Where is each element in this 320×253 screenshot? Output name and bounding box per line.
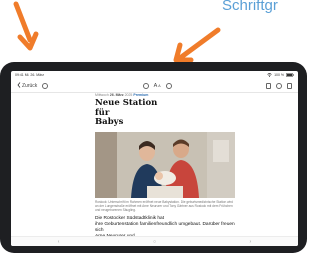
lead-line: ihre Geburtenstation familienfreundlich …: [95, 221, 235, 233]
toolbar-left: Zurück: [17, 81, 49, 90]
refresh-icon[interactable]: [42, 82, 49, 89]
clock-icon[interactable]: [142, 82, 149, 89]
toolbar-right: [265, 82, 292, 89]
status-icons: 100 %: [267, 72, 294, 78]
headline-line: Neue Station: [95, 98, 158, 108]
text-size-icon: A: [153, 82, 158, 89]
article-source: Mittwoch: [95, 93, 109, 97]
arrow-top-center-icon: [173, 27, 221, 63]
text-size-sup: A: [158, 83, 161, 88]
photo-caption: Rostock: Unterschrift im Rahmen eröffnet…: [95, 199, 233, 212]
nav-back-icon[interactable]: ‹: [58, 239, 60, 245]
article-meta: Mittwoch 26. März 2025 Premium: [95, 93, 245, 97]
chevron-left-icon: [17, 81, 21, 90]
headline-line: Babys: [95, 117, 124, 127]
share-icon[interactable]: [265, 82, 271, 89]
tablet-device: 09:41 Mi. 26. März 100 % Zurück A A Mitt…: [0, 62, 307, 253]
plus-circle-icon[interactable]: [165, 82, 172, 89]
app-screen: 09:41 Mi. 26. März 100 % Zurück A A Mitt…: [11, 71, 298, 246]
reader-toolbar: Zurück AA: [11, 79, 298, 93]
back-label: Zurück: [22, 82, 38, 89]
status-time: 09:41 Mi. 26. März: [15, 73, 44, 77]
wifi-icon: [267, 72, 272, 78]
back-button[interactable]: Zurück: [17, 81, 38, 90]
arrow-top-left-icon: [13, 1, 39, 51]
font-size-button[interactable]: AA: [154, 83, 161, 89]
article-year: 2025: [124, 93, 133, 97]
status-bar: 09:41 Mi. 26. März 100 %: [11, 71, 298, 79]
article: Mittwoch 26. März 2025 Premium Neue Stat…: [95, 93, 245, 246]
toolbar-center: AA: [142, 82, 172, 89]
article-photo[interactable]: [95, 131, 235, 198]
article-headline: Neue Station für Babys: [95, 98, 245, 128]
nav-forward-icon[interactable]: ›: [250, 239, 252, 245]
article-date: 26. März: [109, 93, 124, 97]
bottom-navigation: ‹ ○ ›: [11, 236, 298, 246]
battery-icon: [286, 72, 294, 78]
premium-badge: Premium: [133, 93, 149, 97]
battery-label: 100 %: [274, 73, 284, 77]
photo-illustration: [95, 131, 235, 198]
bookmark-icon[interactable]: [286, 82, 292, 89]
printer-icon[interactable]: [275, 82, 282, 89]
nav-home-icon[interactable]: ○: [153, 239, 156, 245]
